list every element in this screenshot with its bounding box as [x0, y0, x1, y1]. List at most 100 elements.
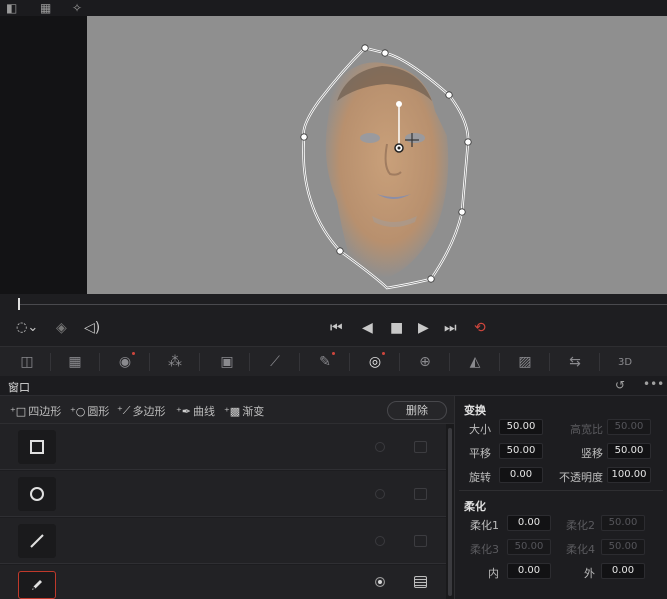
- list-item[interactable]: [0, 424, 446, 470]
- playhead[interactable]: [18, 298, 20, 310]
- mask-toggle[interactable]: [414, 488, 427, 500]
- viewer-top-toolbar: ◧ ▦ ✧: [0, 0, 667, 16]
- pen-window-button[interactable]: [18, 571, 56, 599]
- grid-icon[interactable]: ▦: [40, 1, 51, 15]
- list-scrollbar[interactable]: [446, 424, 454, 599]
- circle-icon: [30, 487, 44, 501]
- left-eye-image: [360, 133, 380, 143]
- soft4-input[interactable]: 50.00: [601, 539, 645, 555]
- invert-toggle[interactable]: [375, 536, 385, 546]
- panel-title: 窗口: [8, 381, 30, 394]
- viewer-mode-icon[interactable]: ◌⌄: [16, 320, 38, 336]
- 3d-icon[interactable]: 3D: [610, 351, 640, 373]
- square-window-button[interactable]: [18, 430, 56, 464]
- size-label: 大小: [469, 423, 491, 436]
- hdr-wheels-icon[interactable]: ⁂: [160, 351, 190, 373]
- rotate-label: 旋转: [469, 471, 491, 484]
- inside-input[interactable]: 0.00: [507, 563, 551, 579]
- qualifier-icon[interactable]: ✎: [310, 351, 340, 373]
- soft1-input[interactable]: 0.00: [507, 515, 551, 531]
- viewer-canvas: [300, 44, 472, 290]
- list-item[interactable]: [0, 565, 446, 599]
- quad-tool[interactable]: ⁺□ 四边形: [10, 403, 61, 419]
- list-item[interactable]: [0, 518, 446, 564]
- viewer-side-area: [0, 16, 87, 294]
- invert-toggle[interactable]: [375, 577, 385, 587]
- circle-icon: ⁺○: [70, 404, 86, 418]
- soft2-label: 柔化2: [566, 519, 595, 532]
- window-list: [0, 424, 446, 599]
- invert-toggle[interactable]: [375, 442, 385, 452]
- blur-icon[interactable]: ◭: [460, 351, 490, 373]
- outside-label: 外: [584, 567, 595, 580]
- properties-panel: 变换 大小 50.00 高宽比 50.00 平移 50.00 竖移 50.00 …: [454, 396, 667, 599]
- window-icon[interactable]: ◎: [360, 351, 390, 373]
- mask-toggle[interactable]: [414, 535, 427, 547]
- mask-toggle[interactable]: [414, 441, 427, 453]
- sizing-icon[interactable]: ⇆: [560, 351, 590, 373]
- curves-icon[interactable]: ⟋: [260, 351, 290, 373]
- inside-label: 内: [488, 567, 499, 580]
- softness-title: 柔化: [464, 500, 486, 513]
- color-match-icon[interactable]: ▦: [60, 351, 90, 373]
- square-icon: [30, 440, 44, 454]
- layers-icon[interactable]: ◈: [56, 320, 67, 336]
- outside-input[interactable]: 0.00: [601, 563, 645, 579]
- pen-icon: [32, 580, 42, 590]
- circle-tool[interactable]: ⁺○ 圆形: [70, 403, 109, 419]
- timeline-scrubber[interactable]: [0, 294, 667, 312]
- gradient-icon: ⁺▩: [224, 404, 241, 418]
- step-back-icon[interactable]: ◀: [362, 320, 373, 336]
- curve-tool[interactable]: ⁺✒ 曲线: [176, 403, 215, 419]
- more-options-icon[interactable]: •••: [643, 377, 664, 391]
- polygon-tool[interactable]: ⁺⟋ 多边形: [117, 403, 166, 419]
- right-eye-image: [405, 133, 425, 143]
- list-item[interactable]: [0, 471, 446, 517]
- polygon-icon: ⁺⟋: [117, 404, 131, 417]
- stop-icon[interactable]: ■: [390, 320, 403, 336]
- delete-button[interactable]: 删除: [387, 401, 447, 420]
- line-window-button[interactable]: [18, 524, 56, 558]
- opacity-label: 不透明度: [559, 471, 603, 484]
- soft1-label: 柔化1: [470, 519, 499, 532]
- play-icon[interactable]: ▶: [418, 320, 429, 336]
- opacity-input[interactable]: 100.00: [607, 467, 651, 483]
- loop-icon[interactable]: ⟲: [474, 320, 486, 336]
- magic-wand-icon[interactable]: ✧: [72, 1, 82, 15]
- quad-icon: ⁺□: [10, 404, 27, 418]
- soft3-input[interactable]: 50.00: [507, 539, 551, 555]
- camera-raw-icon[interactable]: ◫: [12, 351, 42, 373]
- tilt-label: 竖移: [581, 447, 603, 460]
- panel-header: 窗口 ↺ •••: [0, 376, 667, 396]
- window-tools-row: ⁺□ 四边形 ⁺○ 圆形 ⁺⟋ 多边形 ⁺✒ 曲线 ⁺▩ 渐变 删除: [0, 396, 454, 424]
- tracker-icon[interactable]: ⊕: [410, 351, 440, 373]
- soft3-label: 柔化3: [470, 543, 499, 556]
- rgb-mixer-icon[interactable]: ▣: [212, 351, 242, 373]
- pan-input[interactable]: 50.00: [499, 443, 543, 459]
- soft4-label: 柔化4: [566, 543, 595, 556]
- pan-label: 平移: [469, 447, 491, 460]
- skip-to-end-icon[interactable]: ⏭: [444, 320, 457, 336]
- primaries-wheels-icon[interactable]: ◉: [110, 351, 140, 373]
- single-viewer-icon[interactable]: ◧: [6, 1, 17, 15]
- size-input[interactable]: 50.00: [499, 419, 543, 435]
- viewer[interactable]: [87, 16, 667, 294]
- reset-icon[interactable]: ↺: [615, 378, 625, 392]
- transport-bar: ◌⌄ ◈ ◁) ⏮ ◀ ■ ▶ ⏭ ⟲: [0, 312, 667, 346]
- gradient-tool[interactable]: ⁺▩ 渐变: [224, 403, 264, 419]
- circle-window-button[interactable]: [18, 477, 56, 511]
- rotate-input[interactable]: 0.00: [499, 467, 543, 483]
- invert-toggle[interactable]: [375, 489, 385, 499]
- curve-pen-icon: ⁺✒: [176, 404, 192, 418]
- rotation-handle-point: [396, 101, 402, 107]
- line-icon: [30, 534, 44, 548]
- skip-to-start-icon[interactable]: ⏮: [330, 320, 343, 336]
- soft2-input[interactable]: 50.00: [601, 515, 645, 531]
- color-palette-bar: ◫ ▦ ◉ ⁂ ▣ ⟋ ✎ ◎ ⊕ ◭ ▨ ⇆ 3D: [0, 346, 667, 376]
- aspect-input[interactable]: 50.00: [607, 419, 651, 435]
- volume-icon[interactable]: ◁): [84, 320, 100, 336]
- transform-title: 变换: [464, 404, 486, 417]
- mask-toggle[interactable]: [414, 576, 427, 588]
- tilt-input[interactable]: 50.00: [607, 443, 651, 459]
- key-icon[interactable]: ▨: [510, 351, 540, 373]
